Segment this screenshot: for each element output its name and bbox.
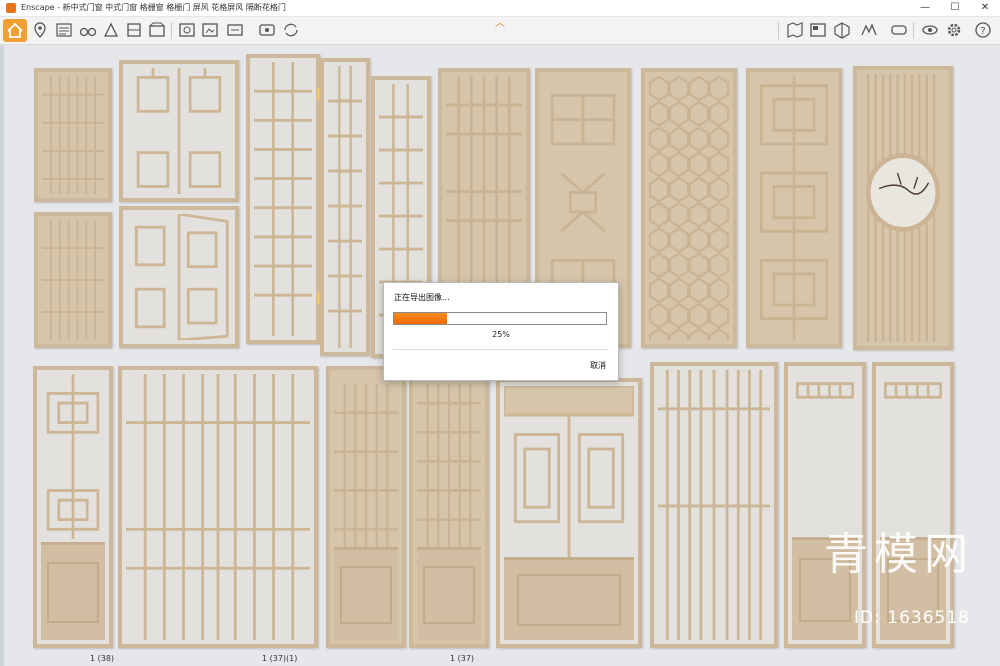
double-slat-door-panel bbox=[118, 366, 318, 648]
minimize-button[interactable]: — bbox=[910, 0, 940, 16]
folding-screen-leaf bbox=[320, 58, 370, 356]
svg-text:?: ? bbox=[980, 26, 985, 37]
export-screenshot-icon[interactable] bbox=[178, 21, 196, 39]
vertical-slat-door-panel bbox=[650, 362, 778, 648]
dialog-title: 正在导出图像... bbox=[394, 293, 450, 302]
export-exe-icon[interactable] bbox=[226, 21, 244, 39]
binoculars-icon[interactable] bbox=[79, 21, 97, 39]
fret-lattice-panel bbox=[746, 68, 842, 348]
enscape-logo-icon bbox=[6, 3, 16, 13]
maximize-button[interactable]: ☐ bbox=[940, 0, 970, 16]
lattice-screen-panel bbox=[438, 68, 530, 300]
vr-headset-icon[interactable] bbox=[890, 21, 908, 39]
toolbar-separator bbox=[778, 22, 779, 39]
model-label: 1 (38) bbox=[90, 654, 115, 663]
map-icon[interactable] bbox=[786, 21, 804, 39]
progress-bar-fill bbox=[394, 313, 447, 324]
door-kickplate bbox=[417, 547, 481, 640]
collapse-toolbar-icon[interactable]: ︿ bbox=[493, 19, 507, 29]
double-lattice-window-panel bbox=[119, 60, 239, 202]
model-label: 1 (37)(1) bbox=[262, 654, 298, 663]
home-icon bbox=[7, 22, 23, 38]
asset-library-icon[interactable] bbox=[148, 21, 166, 39]
cube-icon[interactable] bbox=[833, 21, 851, 39]
help-icon[interactable]: ? bbox=[974, 21, 992, 39]
atmosphere-icon[interactable] bbox=[860, 21, 878, 39]
fly-mode-icon[interactable] bbox=[125, 21, 143, 39]
lattice-window-panel bbox=[34, 68, 112, 202]
location-pin-icon[interactable] bbox=[31, 21, 49, 39]
sketchup-sync-icon[interactable] bbox=[282, 21, 300, 39]
window-title: Enscape - 新中式门窗 中式门窗 格栅窗 格栅门 屏风 花格屏风 隔断花… bbox=[21, 3, 286, 12]
double-lattice-door-panel bbox=[496, 378, 642, 648]
toolbar-separator bbox=[913, 22, 914, 39]
folding-screen-leaf bbox=[246, 54, 320, 344]
title-bar: Enscape - 新中式门窗 中式门窗 格栅窗 格栅门 屏风 花格屏风 隔断花… bbox=[0, 0, 1000, 17]
glass-lattice-door-panel bbox=[784, 362, 866, 648]
progress-percent-label: 25% bbox=[492, 330, 510, 339]
door-kickplate bbox=[41, 542, 105, 640]
bim-info-icon[interactable] bbox=[55, 21, 73, 39]
lattice-window-panel bbox=[34, 212, 112, 348]
open-casement-window-panel bbox=[119, 206, 239, 348]
watermark-logo-text: 青模网 bbox=[824, 529, 974, 580]
export-panorama-icon[interactable] bbox=[258, 21, 276, 39]
batch-render-icon[interactable] bbox=[201, 21, 219, 39]
close-button[interactable]: ✕ bbox=[970, 0, 1000, 16]
lattice-door-panel bbox=[33, 366, 113, 648]
export-progress-bar bbox=[393, 312, 607, 325]
moon-gate-screen-panel bbox=[853, 66, 953, 350]
dialog-divider bbox=[393, 349, 609, 350]
toolbar-separator bbox=[171, 22, 172, 39]
lattice-door-panel bbox=[409, 366, 489, 648]
export-progress-dialog: 正在导出图像... 25% 取消 bbox=[383, 282, 619, 381]
cancel-button[interactable]: 取消 bbox=[590, 360, 606, 371]
lattice-door-panel bbox=[326, 366, 406, 648]
model-label: 1 (37) bbox=[450, 654, 475, 663]
door-kickplate bbox=[334, 547, 398, 640]
home-button[interactable] bbox=[3, 19, 27, 42]
walk-mode-icon[interactable] bbox=[102, 21, 120, 39]
viewport-left-edge bbox=[0, 45, 4, 666]
door-kickplate bbox=[504, 557, 634, 640]
visual-settings-icon[interactable] bbox=[921, 21, 939, 39]
hexagon-lattice-panel bbox=[641, 68, 737, 348]
watermark-id: ID: 1636518 bbox=[854, 608, 970, 628]
view-management-icon[interactable] bbox=[809, 21, 827, 39]
glass-lattice-door-panel bbox=[872, 362, 954, 648]
gear-icon[interactable] bbox=[945, 21, 963, 39]
